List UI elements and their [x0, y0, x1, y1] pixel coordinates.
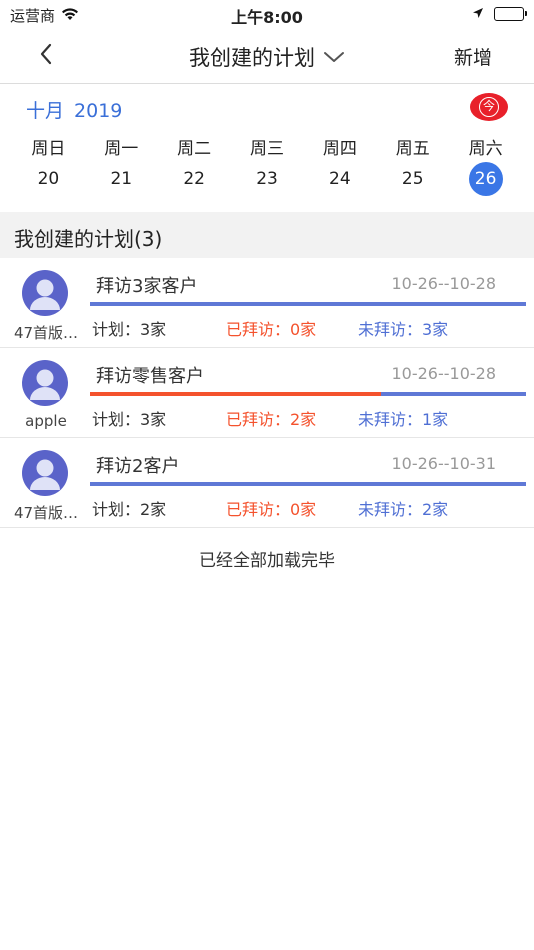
plan-list: 47首版… 拜访3家客户 10-26--10-28 计划：3家 已拜访：0家 未… [0, 258, 534, 528]
plan-count: 计划：2家 [92, 500, 167, 519]
owner-block: 47首版… [0, 258, 90, 348]
nav-title: 我创建的计划 [189, 46, 315, 70]
avatar [22, 360, 68, 406]
month-name: 十月 [26, 100, 65, 122]
plan-date-range: 10-26--10-28 [391, 274, 496, 293]
weekday-row: 周日 周一 周二 周三 周四 周五 周六 [12, 134, 522, 159]
status-right [472, 5, 527, 23]
month-label: 十月 2019 [26, 96, 122, 123]
owner-block: apple [0, 348, 90, 438]
owner-name: apple [25, 412, 67, 430]
plan-date-range: 10-26--10-28 [391, 364, 496, 383]
weekday-label: 周六 [468, 139, 503, 159]
plan-item[interactable]: 47首版… 拜访2客户 10-26--10-31 计划：2家 已拜访：0家 未拜… [0, 438, 534, 528]
owner-name: 47首版… [13, 324, 79, 342]
today-label: 今 [479, 97, 499, 117]
visited-count: 已拜访：2家 [226, 410, 317, 429]
location-arrow-icon [472, 5, 484, 23]
progress-bar [90, 392, 526, 396]
battery-icon [494, 7, 527, 21]
progress-bar [90, 482, 526, 486]
plan-count: 计划：3家 [92, 320, 167, 339]
plan-item[interactable]: 47首版… 拜访3家客户 10-26--10-28 计划：3家 已拜访：0家 未… [0, 258, 534, 348]
unvisited-count: 未拜访：3家 [358, 320, 449, 339]
weekday-label: 周二 [177, 139, 212, 159]
owner-name: 47首版… [13, 504, 79, 522]
weekday-label: 周四 [322, 139, 357, 159]
user-icon [30, 369, 60, 400]
plan-item[interactable]: apple 拜访零售客户 10-26--10-28 计划：3家 已拜访：2家 未… [0, 348, 534, 438]
month-year: 2019 [74, 100, 123, 122]
progress-bar [90, 302, 526, 306]
section-title: 我创建的计划(3) [14, 227, 163, 251]
weekday-label: 周一 [104, 139, 139, 159]
add-plan-button[interactable]: 新增 [454, 43, 492, 70]
date-cell-selected[interactable]: 26 [449, 162, 522, 196]
plan-name: 拜访2客户 [96, 456, 180, 477]
unvisited-count: 未拜访：1家 [358, 410, 449, 429]
avatar [22, 270, 68, 316]
unvisited-count: 未拜访：2家 [358, 500, 449, 519]
week-calendar: 十月 2019 今 周日 周一 周二 周三 周四 周五 周六 20 21 22 2… [0, 84, 534, 212]
status-time: 上午8:00 [231, 8, 303, 27]
visited-count: 已拜访：0家 [226, 500, 317, 519]
date-number: 23 [256, 169, 278, 189]
date-cell[interactable]: 20 [12, 162, 85, 196]
weekday-label: 周五 [395, 139, 430, 159]
date-number: 25 [401, 169, 424, 189]
chevron-down-icon [323, 45, 345, 69]
plan-count: 计划：3家 [92, 410, 167, 429]
plan-name: 拜访3家客户 [96, 276, 198, 297]
today-button[interactable]: 今 [470, 93, 508, 121]
owner-block: 47首版… [0, 438, 90, 528]
weekday-label: 周日 [31, 139, 66, 159]
visited-count: 已拜访：0家 [226, 320, 317, 339]
date-row: 20 21 22 23 24 25 26 [12, 162, 522, 196]
plan-date-range: 10-26--10-31 [391, 454, 496, 473]
date-number: 21 [110, 169, 133, 189]
plan-name: 拜访零售客户 [96, 366, 204, 387]
date-cell[interactable]: 23 [231, 162, 304, 196]
nav-bar: 我创建的计划 新增 [0, 28, 534, 84]
back-button[interactable] [30, 40, 62, 72]
avatar [22, 450, 68, 496]
status-bar: 运营商 上午8:00 [0, 0, 534, 28]
date-cell[interactable]: 22 [158, 162, 231, 196]
user-icon [30, 279, 60, 310]
chevron-left-icon [39, 43, 53, 69]
date-number: 26 [468, 162, 503, 196]
progress-fill [90, 392, 381, 396]
load-complete-text: 已经全部加载完毕 [199, 551, 335, 571]
date-number: 24 [329, 169, 351, 189]
user-icon [30, 459, 60, 490]
date-number: 22 [183, 169, 205, 189]
date-number: 20 [37, 169, 60, 189]
section-header: 我创建的计划(3) [0, 212, 534, 258]
plan-filter-dropdown[interactable]: 我创建的计划 [189, 42, 345, 72]
weekday-label: 周三 [250, 139, 284, 159]
date-cell[interactable]: 24 [303, 162, 376, 196]
date-cell[interactable]: 25 [376, 162, 449, 196]
date-cell[interactable]: 21 [85, 162, 158, 196]
